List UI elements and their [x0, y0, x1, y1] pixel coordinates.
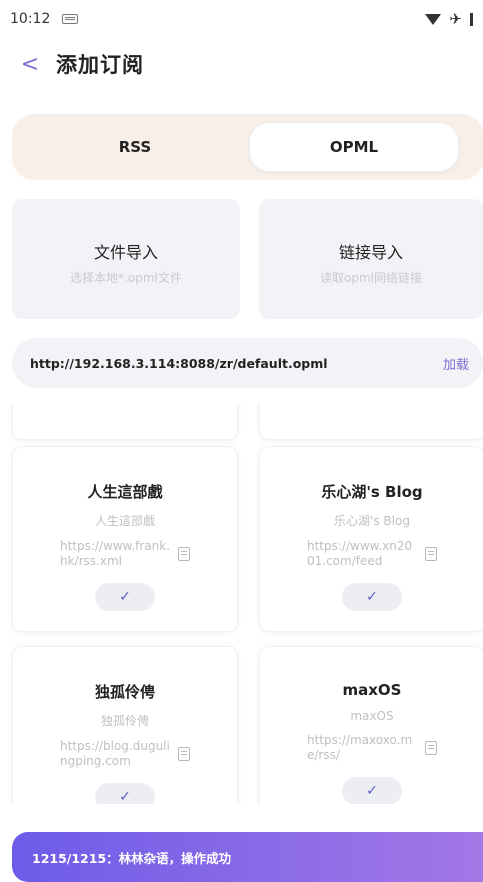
link-import-subtitle: 读取opml网络链接 — [320, 271, 422, 285]
tab-rss[interactable]: RSS — [20, 122, 250, 172]
select-check-button[interactable]: ✓ — [342, 583, 402, 611]
select-check-button[interactable]: ✓ — [95, 783, 155, 804]
load-button[interactable]: 加载 — [443, 354, 469, 373]
status-time: 10:12 — [10, 11, 51, 27]
feed-title: 人生這部戲 — [87, 483, 163, 501]
tab-opml[interactable]: OPML — [249, 122, 459, 172]
feed-card — [259, 404, 483, 440]
status-bar: 10:12 ✈ — [0, 0, 483, 38]
copy-icon[interactable] — [425, 547, 437, 561]
feed-card — [12, 404, 238, 440]
feed-subtitle: 独孤伶俜 — [100, 714, 149, 728]
back-button[interactable]: < — [10, 52, 50, 77]
toast-message: 1215/1215：林林杂语，操作成功 — [12, 832, 483, 882]
link-import-card[interactable]: 链接导入 读取opml网络链接 — [259, 199, 483, 319]
file-import-card[interactable]: 文件导入 选择本地*.opml文件 — [12, 199, 240, 319]
feed-subtitle: maxOS — [350, 709, 394, 723]
copy-icon[interactable] — [178, 747, 190, 761]
airplane-icon: ✈ — [449, 9, 462, 28]
file-import-title: 文件导入 — [93, 243, 158, 262]
feed-url-row: https://maxoxo.me/rss/ — [260, 733, 483, 763]
feed-title: 独孤伶俜 — [94, 683, 155, 701]
link-import-title: 链接导入 — [338, 243, 403, 262]
feed-url: https://maxoxo.me/rss/ — [307, 733, 413, 762]
feed-title: maxOS — [342, 681, 402, 699]
keyboard-icon — [62, 14, 79, 24]
copy-icon[interactable] — [178, 547, 190, 561]
copy-icon[interactable] — [425, 741, 437, 755]
select-check-button[interactable]: ✓ — [95, 583, 155, 611]
feed-url-row: https://www.frank.hk/rss.xml — [13, 539, 237, 569]
feed-url: https://www.frank.hk/rss.xml — [60, 539, 171, 568]
feed-url: https://blog.dugulingping.com — [60, 739, 170, 768]
header: < 添加订阅 — [0, 42, 483, 86]
feed-title: 乐心湖's Blog — [321, 483, 423, 501]
feed-card: 人生這部戲 人生這部戲 https://www.frank.hk/rss.xml… — [12, 446, 238, 632]
feed-card: maxOS maxOS https://maxoxo.me/rss/ ✓ — [259, 646, 483, 804]
feed-url-row: https://www.xn2001.com/feed — [260, 539, 483, 569]
opml-url-bar: 加载 — [12, 338, 483, 388]
back-icon: < — [20, 51, 40, 77]
status-right: ✈ — [425, 9, 473, 28]
feed-subtitle: 人生這部戲 — [94, 514, 155, 528]
feed-card: 乐心湖's Blog 乐心湖's Blog https://www.xn2001… — [259, 446, 483, 632]
wifi-icon — [425, 13, 442, 25]
feed-card: 独孤伶俜 独孤伶俜 https://blog.dugulingping.com … — [12, 646, 238, 804]
status-left: 10:12 — [10, 11, 79, 27]
source-type-tabs: RSS OPML — [12, 114, 483, 180]
feed-url-row: https://blog.dugulingping.com — [13, 739, 237, 769]
file-import-subtitle: 选择本地*.opml文件 — [70, 271, 182, 285]
battery-icon — [470, 12, 473, 26]
select-check-button[interactable]: ✓ — [342, 777, 402, 804]
opml-url-input[interactable] — [30, 355, 443, 371]
feed-list[interactable]: 人生這部戲 人生這部戲 https://www.frank.hk/rss.xml… — [0, 404, 483, 804]
page-title: 添加订阅 — [56, 53, 144, 77]
feed-subtitle: 乐心湖's Blog — [334, 514, 410, 528]
feed-url: https://www.xn2001.com/feed — [307, 539, 413, 568]
